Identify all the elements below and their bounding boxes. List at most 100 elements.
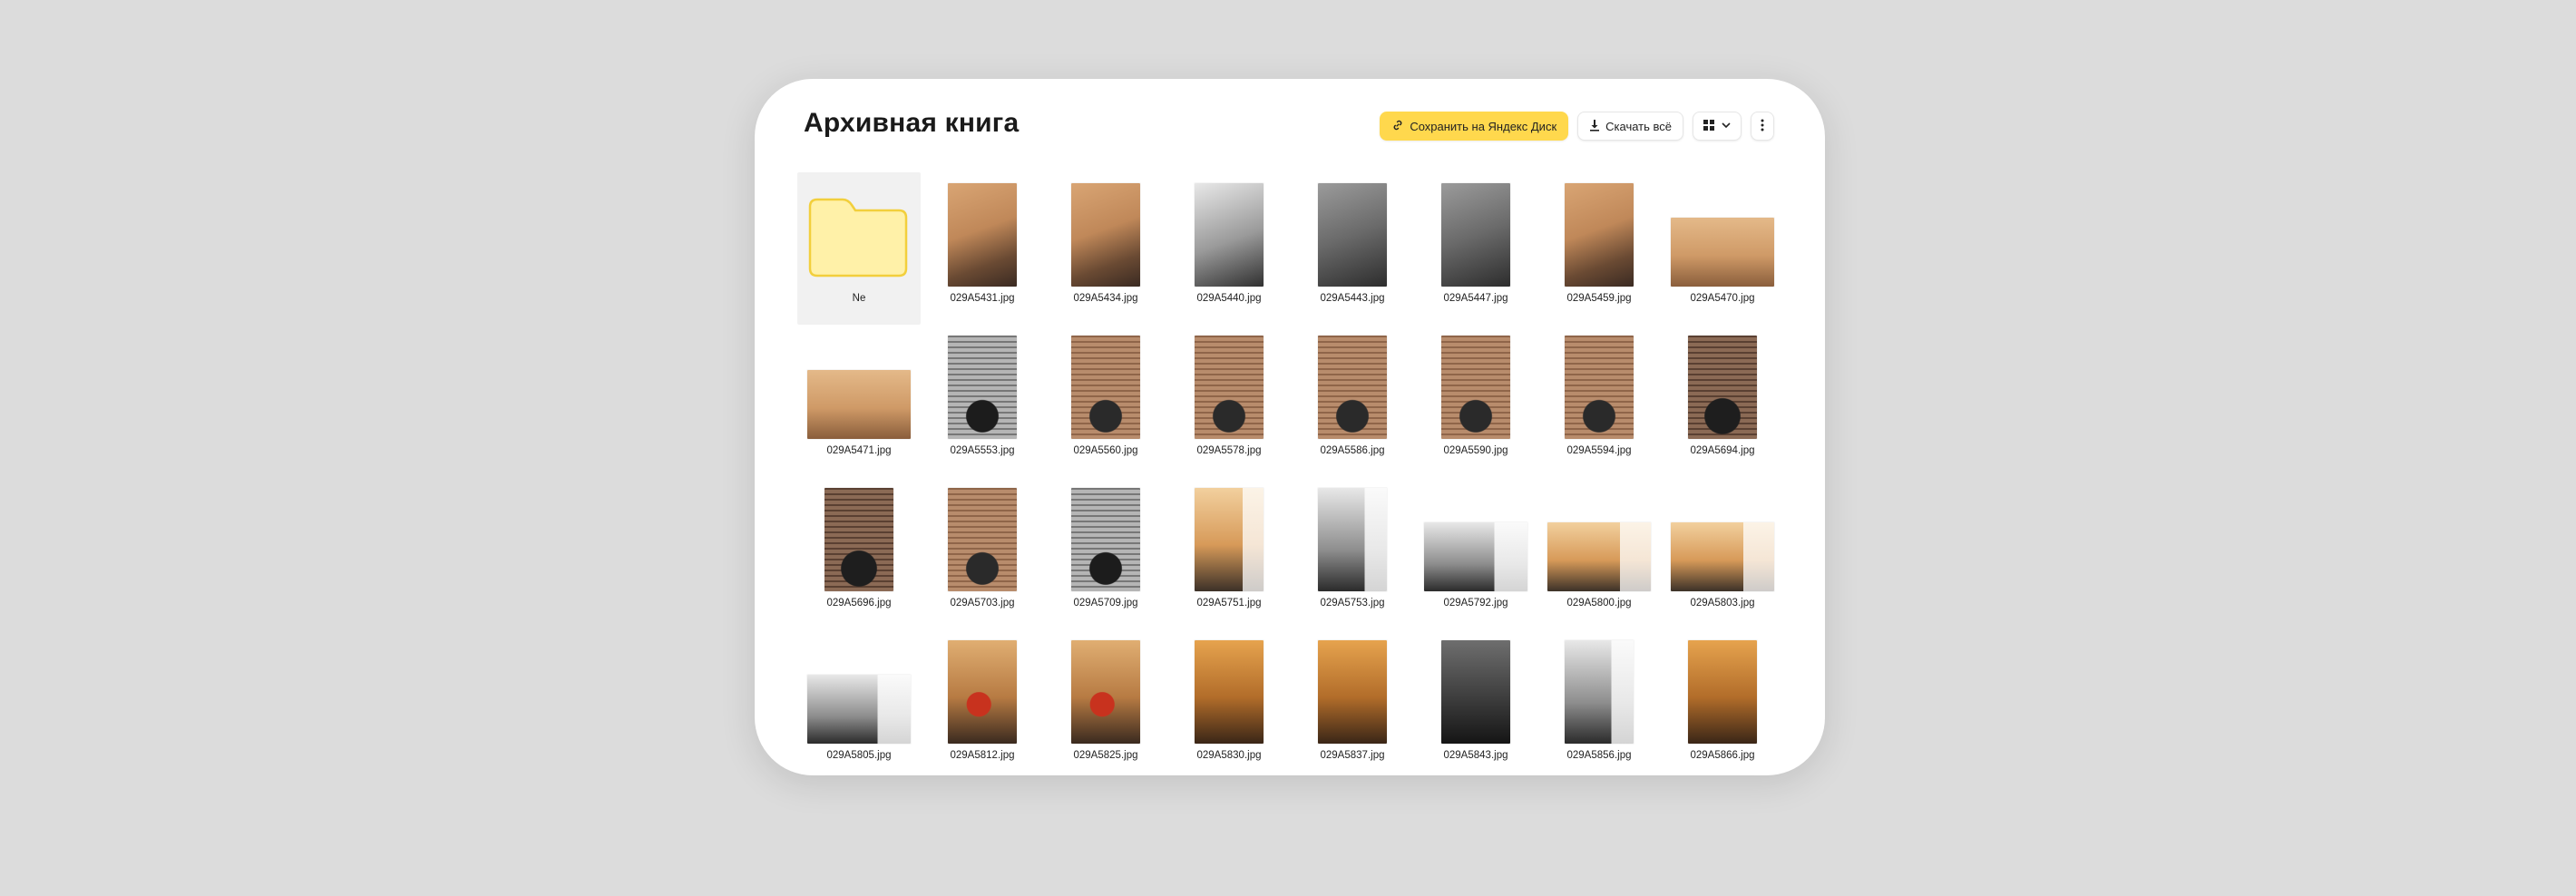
photo-thumbnail xyxy=(948,183,1017,287)
thumbnail-frame xyxy=(1423,638,1528,744)
file-name: 029A5866.jpg xyxy=(1690,750,1755,761)
thumbnail-frame xyxy=(1300,334,1405,439)
photo-item[interactable]: 029A5709.jpg xyxy=(1044,477,1167,629)
file-name: 029A5856.jpg xyxy=(1566,750,1632,761)
file-name: 029A5751.jpg xyxy=(1196,598,1262,609)
photo-thumbnail xyxy=(1195,183,1264,287)
photo-thumbnail xyxy=(807,370,911,439)
photo-item[interactable]: 029A5696.jpg xyxy=(797,477,921,629)
thumbnail-frame xyxy=(930,334,1035,439)
download-all-label: Скачать всё xyxy=(1605,119,1672,133)
file-name: 029A5578.jpg xyxy=(1196,445,1262,456)
file-name: 029A5830.jpg xyxy=(1196,750,1262,761)
thumbnail-frame xyxy=(930,181,1035,287)
file-name: 029A5694.jpg xyxy=(1690,445,1755,456)
thumbnail-frame xyxy=(1423,486,1528,591)
photo-thumbnail xyxy=(1071,488,1140,591)
photo-item[interactable]: 029A5805.jpg xyxy=(797,629,921,775)
thumbnail-frame xyxy=(1053,638,1158,744)
photo-item[interactable]: 029A5800.jpg xyxy=(1537,477,1661,629)
photo-thumbnail xyxy=(1318,640,1387,744)
photo-item[interactable]: 029A5830.jpg xyxy=(1167,629,1291,775)
file-grid: Ne 029A5431.jpg 029A5434.jpg 029A5440.jpg 02… xyxy=(797,172,1784,775)
photo-item[interactable]: 029A5837.jpg xyxy=(1291,629,1414,775)
folder-icon xyxy=(806,194,910,278)
download-all-button[interactable]: Скачать всё xyxy=(1577,112,1683,141)
file-name: 029A5447.jpg xyxy=(1443,293,1508,304)
folder-item[interactable]: Ne xyxy=(797,172,921,325)
photo-thumbnail xyxy=(1441,640,1510,744)
photo-item[interactable]: 029A5856.jpg xyxy=(1537,629,1661,775)
photo-item[interactable]: 029A5866.jpg xyxy=(1661,629,1784,775)
thumbnail-frame xyxy=(1547,486,1652,591)
photo-item[interactable]: 029A5694.jpg xyxy=(1661,325,1784,477)
photo-thumbnail xyxy=(1195,640,1264,744)
save-to-disk-button[interactable]: Сохранить на Яндекс Диск xyxy=(1380,112,1569,141)
photo-item[interactable]: 029A5812.jpg xyxy=(921,629,1044,775)
photo-item[interactable]: 029A5431.jpg xyxy=(921,172,1044,325)
thumbnail-frame xyxy=(930,486,1035,591)
photo-thumbnail xyxy=(1565,640,1634,744)
file-name: 029A5434.jpg xyxy=(1073,293,1138,304)
photo-item[interactable]: 029A5470.jpg xyxy=(1661,172,1784,325)
thumbnail-frame xyxy=(1176,638,1282,744)
file-name: 029A5431.jpg xyxy=(950,293,1015,304)
album-card: Архивная книга Сохранить на Яндекс Диск … xyxy=(755,79,1825,775)
photo-item[interactable]: 029A5459.jpg xyxy=(1537,172,1661,325)
file-name: 029A5792.jpg xyxy=(1443,598,1508,609)
link-icon xyxy=(1391,119,1404,134)
file-name: 029A5696.jpg xyxy=(826,598,892,609)
photo-item[interactable]: 029A5590.jpg xyxy=(1414,325,1537,477)
thumbnail-frame xyxy=(1423,181,1528,287)
photo-item[interactable]: 029A5471.jpg xyxy=(797,325,921,477)
photo-item[interactable]: 029A5703.jpg xyxy=(921,477,1044,629)
thumbnail-frame xyxy=(1053,486,1158,591)
photo-item[interactable]: 029A5792.jpg xyxy=(1414,477,1537,629)
thumbnail-frame xyxy=(806,638,912,744)
thumbnail-frame xyxy=(806,486,912,591)
photo-item[interactable]: 029A5434.jpg xyxy=(1044,172,1167,325)
photo-thumbnail xyxy=(825,488,893,591)
photo-thumbnail xyxy=(1071,336,1140,439)
thumbnail-frame xyxy=(1670,181,1775,287)
file-name: 029A5594.jpg xyxy=(1566,445,1632,456)
view-mode-button[interactable] xyxy=(1693,112,1742,141)
thumbnail-frame xyxy=(1670,638,1775,744)
photo-item[interactable]: 029A5751.jpg xyxy=(1167,477,1291,629)
photo-item[interactable]: 029A5443.jpg xyxy=(1291,172,1414,325)
photo-item[interactable]: 029A5594.jpg xyxy=(1537,325,1661,477)
photo-thumbnail xyxy=(1071,640,1140,744)
photo-thumbnail xyxy=(1071,183,1140,287)
photo-item[interactable]: 029A5825.jpg xyxy=(1044,629,1167,775)
photo-item[interactable]: 029A5440.jpg xyxy=(1167,172,1291,325)
photo-item[interactable]: 029A5578.jpg xyxy=(1167,325,1291,477)
photo-thumbnail xyxy=(1195,488,1264,591)
photo-item[interactable]: 029A5803.jpg xyxy=(1661,477,1784,629)
photo-thumbnail xyxy=(1441,336,1510,439)
thumbnail-frame xyxy=(1423,334,1528,439)
photo-thumbnail xyxy=(1688,336,1757,439)
photo-thumbnail xyxy=(1547,522,1651,591)
photo-thumbnail xyxy=(1441,183,1510,287)
chevron-down-icon xyxy=(1721,120,1732,133)
photo-item[interactable]: 029A5560.jpg xyxy=(1044,325,1167,477)
thumbnail-frame xyxy=(1300,638,1405,744)
photo-thumbnail xyxy=(1565,183,1634,287)
photo-item[interactable]: 029A5753.jpg xyxy=(1291,477,1414,629)
more-options-button[interactable] xyxy=(1751,112,1774,141)
thumbnail-frame xyxy=(1176,334,1282,439)
folder-name: Ne xyxy=(852,293,866,304)
photo-thumbnail xyxy=(948,640,1017,744)
thumbnail-frame xyxy=(1053,334,1158,439)
file-name: 029A5470.jpg xyxy=(1690,293,1755,304)
photo-item[interactable]: 029A5447.jpg xyxy=(1414,172,1537,325)
file-name: 029A5812.jpg xyxy=(950,750,1015,761)
file-name: 029A5590.jpg xyxy=(1443,445,1508,456)
photo-thumbnail xyxy=(1318,183,1387,287)
thumbnail-frame xyxy=(1547,638,1652,744)
photo-item[interactable]: 029A5843.jpg xyxy=(1414,629,1537,775)
photo-item[interactable]: 029A5586.jpg xyxy=(1291,325,1414,477)
thumbnail-frame xyxy=(1547,181,1652,287)
photo-item[interactable]: 029A5553.jpg xyxy=(921,325,1044,477)
file-name: 029A5825.jpg xyxy=(1073,750,1138,761)
